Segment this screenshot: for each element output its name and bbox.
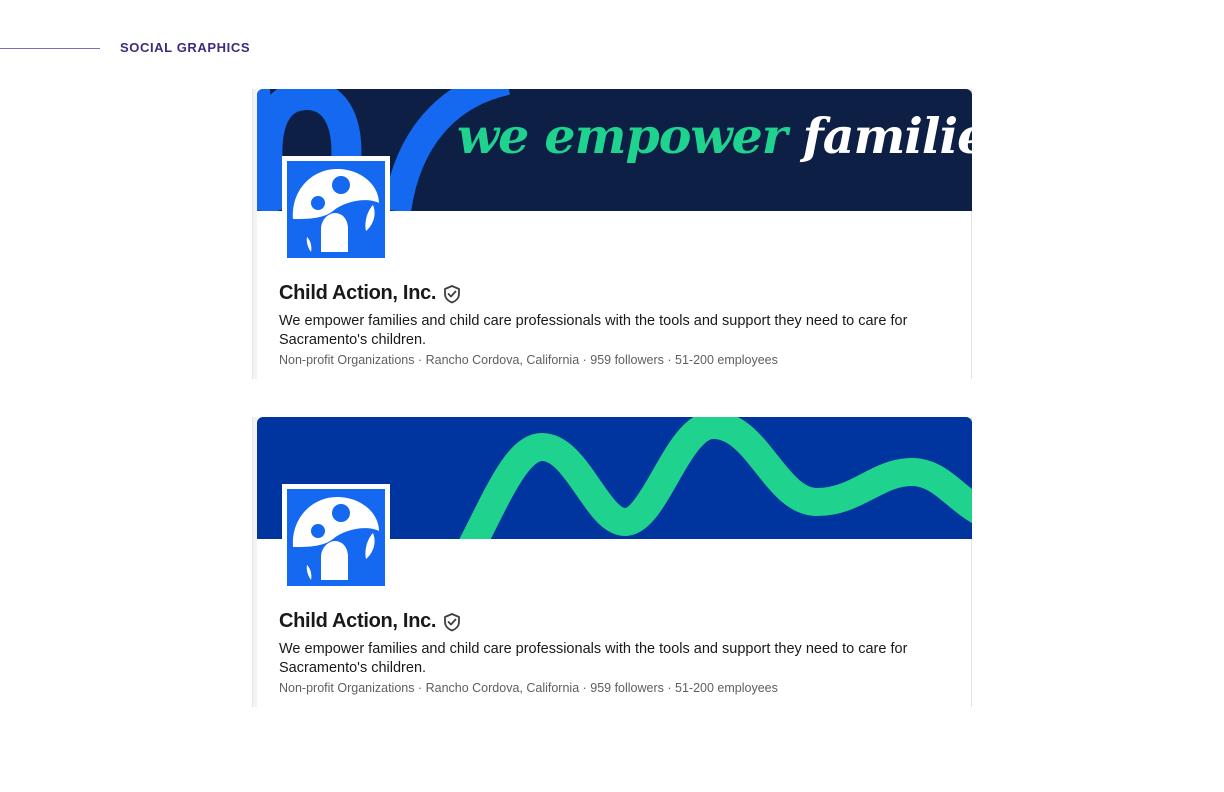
verified-shield-icon [442, 284, 462, 304]
org-meta: Non-profit Organizations · Rancho Cordov… [279, 353, 778, 367]
linkedin-profile-card: Child Action, Inc. We empower families a… [252, 417, 972, 707]
org-name[interactable]: Child Action, Inc. [279, 610, 437, 633]
company-logo[interactable] [282, 484, 390, 590]
org-title-row: Child Action, Inc. [279, 610, 462, 633]
section-divider [0, 48, 100, 49]
org-tagline: We empower families and child care profe… [279, 313, 908, 348]
child-action-logo-icon [287, 489, 385, 586]
section-title: SOCIAL GRAPHICS [120, 40, 251, 55]
banner-tagline-light: families [802, 107, 972, 165]
org-tagline: We empower families and child care profe… [279, 641, 908, 676]
org-title-row: Child Action, Inc. [279, 282, 462, 305]
verified-shield-icon [442, 612, 462, 632]
org-name[interactable]: Child Action, Inc. [279, 282, 437, 305]
linkedin-profile-card: we empower families Child Action, Inc. W… [252, 89, 972, 379]
org-meta: Non-profit Organizations · Rancho Cordov… [279, 681, 778, 695]
company-logo[interactable] [282, 156, 390, 262]
banner-tagline-accent: we empower [457, 107, 788, 165]
banner-tagline: we empower families [457, 107, 972, 165]
child-action-logo-icon [287, 161, 385, 258]
